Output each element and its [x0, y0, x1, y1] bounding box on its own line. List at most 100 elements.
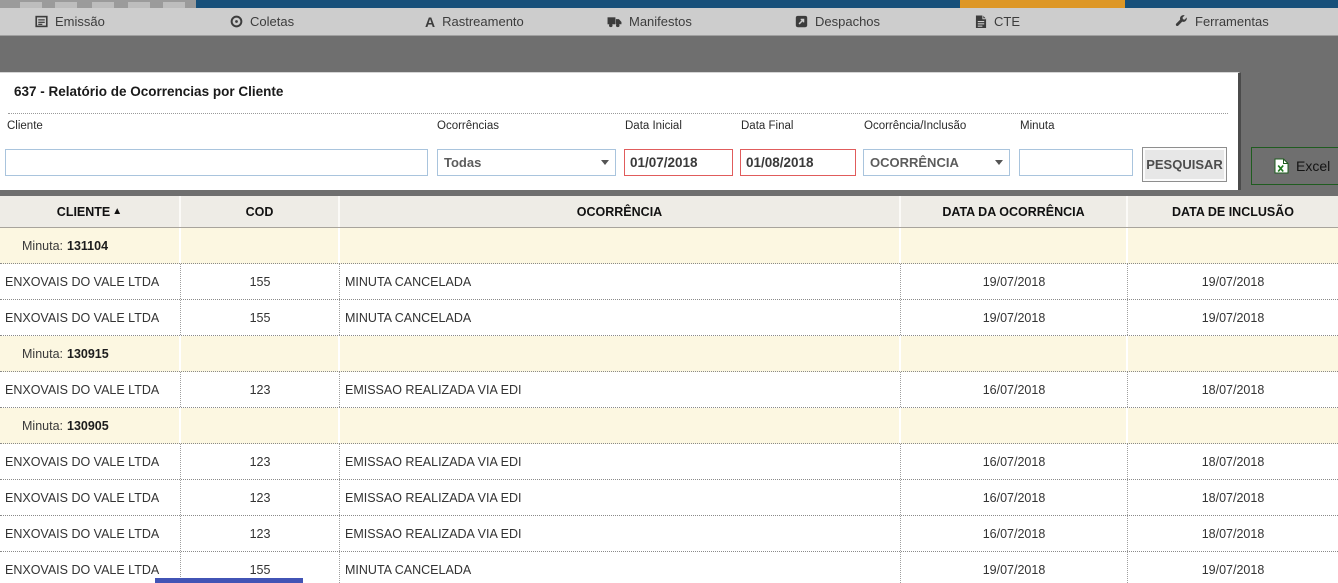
group-minuta-value: 130905 [67, 418, 109, 433]
excel-icon [1274, 158, 1289, 174]
menu-item-manifestos[interactable]: Manifestos [607, 8, 692, 35]
chevron-down-icon [601, 160, 609, 165]
cell-cliente: ENXOVAIS DO VALE LTDA [0, 516, 181, 551]
table-row: ENXOVAIS DO VALE LTDA 155 MINUTA CANCELA… [0, 264, 1338, 300]
cell-data-inclusao: 19/07/2018 [1201, 310, 1265, 325]
emissao-icon [35, 15, 48, 28]
minuta-label: Minuta [1020, 120, 1055, 132]
title-separator [8, 113, 1228, 114]
cell-data-inclusao: 19/07/2018 [1201, 562, 1265, 577]
menu-item-emissao[interactable]: Emissão [35, 8, 105, 35]
col-header-ocorrencia[interactable]: OCORRÊNCIA [340, 196, 901, 227]
col-header-label: OCORRÊNCIA [576, 204, 663, 219]
data-final-label: Data Final [741, 120, 794, 132]
table-row: ENXOVAIS DO VALE LTDA 123 EMISSAO REALIZ… [0, 480, 1338, 516]
cliente-input[interactable] [5, 149, 428, 176]
data-final-input[interactable] [740, 149, 856, 176]
cell-cliente: ENXOVAIS DO VALE LTDA [0, 264, 181, 299]
table-row: ENXOVAIS DO VALE LTDA 123 EMISSAO REALIZ… [0, 444, 1338, 480]
cell-cod: 155 [181, 264, 340, 299]
cell-data-inclusao: 18/07/2018 [1201, 454, 1265, 469]
excel-export-button[interactable]: Excel [1251, 147, 1338, 185]
minuta-input[interactable] [1019, 149, 1133, 176]
cell-data-ocorrencia: 19/07/2018 [901, 552, 1128, 583]
cell-cod: 123 [181, 480, 340, 515]
empty-cell [340, 228, 901, 263]
cell-data-ocorrencia: 19/07/2018 [901, 300, 1128, 335]
col-header-label: DATA DE INCLUSÃO [1172, 204, 1294, 219]
empty-cell [1128, 228, 1338, 263]
ocorrencias-selected-value: Todas [444, 155, 482, 170]
table-row: ENXOVAIS DO VALE LTDA 123 EMISSAO REALIZ… [0, 516, 1338, 552]
cell-cliente: ENXOVAIS DO VALE LTDA [0, 480, 181, 515]
menu-item-label: Despachos [815, 14, 881, 29]
menu-item-label: Coletas [250, 14, 295, 29]
data-inicial-label: Data Inicial [625, 120, 682, 132]
menu-item-cte[interactable]: CTE [975, 8, 1020, 35]
ocorrencias-label: Ocorrências [437, 120, 499, 132]
group-minuta-value: 131104 [67, 238, 109, 253]
ocorrencia-inclusao-select[interactable]: OCORRÊNCIA [863, 149, 1010, 176]
cell-cod: 155 [181, 300, 340, 335]
cell-cliente: ENXOVAIS DO VALE LTDA [0, 372, 181, 407]
empty-cell [181, 408, 340, 443]
cell-ocorrencia: MINUTA CANCELADA [340, 300, 901, 335]
cell-cod: 123 [181, 516, 340, 551]
menu-item-label: Emissão [55, 14, 105, 29]
cte-icon [975, 15, 987, 28]
empty-cell [901, 228, 1128, 263]
empty-cell [901, 336, 1128, 371]
col-header-data-inclusao[interactable]: DATA DE INCLUSÃO [1128, 196, 1338, 227]
menu-item-coletas[interactable]: Coletas [230, 8, 294, 35]
cell-cliente: ENXOVAIS DO VALE LTDA [0, 552, 181, 583]
menu-item-despachos[interactable]: Despachos [795, 8, 880, 35]
ocorrencia-inclusao-selected-value: OCORRÊNCIA [870, 155, 959, 170]
col-header-cod[interactable]: COD [181, 196, 340, 227]
menu-item-ferramentas[interactable]: Ferramentas [1175, 8, 1269, 35]
chevron-down-icon [995, 160, 1003, 165]
table-header-row: CLIENTE ▲ COD OCORRÊNCIA DATA DA OCORRÊNC… [0, 196, 1338, 228]
empty-cell [181, 228, 340, 263]
menu-item-label: Ferramentas [1195, 14, 1269, 29]
cell-data-ocorrencia: 19/07/2018 [901, 264, 1128, 299]
col-header-label: CLIENTE [56, 204, 111, 219]
empty-cell [340, 336, 901, 371]
cell-ocorrencia: EMISSAO REALIZADA VIA EDI [340, 444, 901, 479]
top-strip-orange-segment [960, 0, 1125, 8]
data-inicial-input[interactable] [624, 149, 733, 176]
empty-cell [181, 336, 340, 371]
excel-button-label: Excel [1296, 158, 1331, 174]
empty-cell [1128, 336, 1338, 371]
cell-data-ocorrencia: 16/07/2018 [901, 516, 1128, 551]
menu-item-label: Manifestos [629, 14, 692, 29]
col-header-cliente[interactable]: CLIENTE ▲ [0, 196, 181, 227]
col-header-label: DATA DA OCORRÊNCIA [942, 204, 1085, 219]
cell-cliente: ENXOVAIS DO VALE LTDA [0, 300, 181, 335]
col-header-label: COD [245, 204, 274, 219]
table-group-row: Minuta: 130905 [0, 408, 1338, 444]
ferramentas-icon [1175, 15, 1187, 27]
cell-data-inclusao: 19/07/2018 [1201, 274, 1265, 289]
cliente-label: Cliente [7, 120, 43, 132]
menu-item-label: CTE [994, 14, 1020, 29]
group-label: Minuta: [22, 238, 63, 253]
top-header-strip [0, 0, 1338, 8]
menu-item-rastreamento[interactable]: A Rastreamento [425, 8, 524, 35]
table-group-row: Minuta: 131104 [0, 228, 1338, 264]
report-filter-panel: 637 - Relatório de Ocorrencias por Clien… [0, 72, 1241, 190]
cell-ocorrencia: MINUTA CANCELADA [340, 264, 901, 299]
cell-data-ocorrencia: 16/07/2018 [901, 372, 1128, 407]
cell-ocorrencia: EMISSAO REALIZADA VIA EDI [340, 372, 901, 407]
pesquisar-button[interactable]: PESQUISAR [1142, 147, 1227, 182]
cell-data-inclusao: 18/07/2018 [1201, 490, 1265, 505]
col-header-data-ocorrencia[interactable]: DATA DA OCORRÊNCIA [901, 196, 1128, 227]
main-menu-bar: Emissão Coletas A Rastreamento Manifesto… [0, 8, 1338, 36]
results-table: CLIENTE ▲ COD OCORRÊNCIA DATA DA OCORRÊNC… [0, 196, 1338, 583]
menu-item-label: Rastreamento [442, 14, 524, 29]
ocorrencias-select[interactable]: Todas [437, 149, 616, 176]
cell-cod: 123 [181, 444, 340, 479]
cell-cod: 123 [181, 372, 340, 407]
group-minuta-cell: Minuta: 131104 [0, 228, 181, 263]
table-row: ENXOVAIS DO VALE LTDA 155 MINUTA CANCELA… [0, 300, 1338, 336]
coletas-icon [230, 15, 243, 28]
